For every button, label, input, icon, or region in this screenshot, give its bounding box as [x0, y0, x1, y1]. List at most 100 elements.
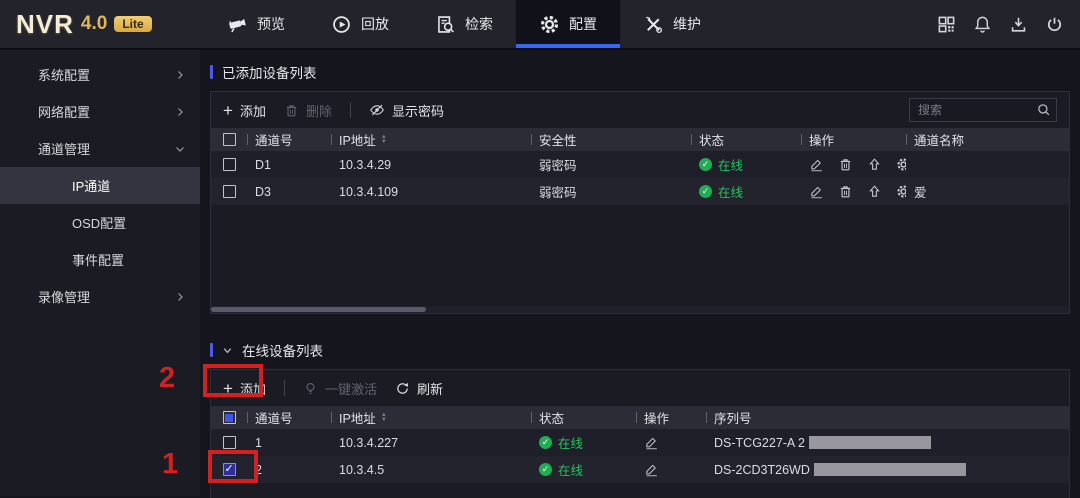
header-separator [247, 412, 248, 423]
delete-device-button[interactable]: 删除 [284, 101, 332, 120]
plus-icon: + [223, 380, 233, 397]
online-devices-toolbar: + 添加 一键激活 刷新 [211, 370, 1069, 406]
row-checkbox[interactable] [223, 185, 236, 198]
add-online-device-button[interactable]: + 添加 [223, 379, 266, 398]
status-badge: ✓ 在线 [531, 460, 583, 479]
tab-configuration[interactable]: 配置 [516, 0, 620, 48]
row-checkbox-checked[interactable] [223, 463, 236, 476]
online-devices-title-label: 在线设备列表 [242, 340, 323, 360]
edit-icon[interactable] [809, 157, 824, 172]
serial-number: DS-2CD3T26WD [706, 463, 810, 477]
chevron-right-icon [174, 106, 186, 118]
table-row[interactable]: D3 10.3.4.109 弱密码 ✓ 在线 [211, 178, 1069, 205]
refresh-icon [395, 381, 410, 396]
added-devices-table-header: 通道号 IP地址▲▼ 安全性 状态 操作 通道名称 [211, 128, 1069, 151]
ip-address: 10.3.4.29 [331, 158, 391, 172]
channel-number: D3 [247, 185, 271, 199]
logo-version: 4.0 [81, 13, 107, 35]
gear-icon [539, 14, 560, 35]
chevron-right-icon [174, 69, 186, 81]
sidebar-item-ip-channel[interactable]: IP通道 [0, 167, 200, 204]
main-panel: 已添加设备列表 + 添加 删除 [200, 50, 1080, 496]
status-badge: ✓ 在线 [691, 182, 743, 201]
online-devices-table-header: 通道号 IP地址▲▼ 状态 操作 序列号 [211, 406, 1069, 429]
header-separator [706, 412, 707, 423]
power-icon[interactable] [1045, 15, 1064, 34]
sidebar-item-network-config[interactable]: 网络配置 [0, 93, 200, 130]
delete-icon[interactable] [838, 157, 853, 172]
column-header-status: 状态 [699, 130, 724, 149]
table-empty-area [211, 483, 1069, 498]
sidebar-item-channel-management[interactable]: 通道管理 [0, 130, 200, 167]
table-row[interactable]: D1 10.3.4.29 弱密码 ✓ 在线 [211, 151, 1069, 178]
app-logo: NVR 4.0 Lite [0, 0, 190, 48]
tab-search-label: 检索 [465, 14, 493, 34]
header-separator [906, 134, 907, 145]
header-separator [691, 134, 692, 145]
column-header-channel: 通道号 [255, 408, 293, 427]
tools-icon [643, 14, 664, 35]
show-password-button[interactable]: 显示密码 [369, 101, 444, 120]
status-label: 在线 [718, 182, 743, 201]
sidebar-item-osd-config[interactable]: OSD配置 [0, 204, 200, 241]
added-devices-panel: + 添加 删除 显示密码 [210, 91, 1070, 314]
content-area: 系统配置 网络配置 通道管理 IP通道 OSD配置 事件配置 录像管理 [0, 50, 1080, 496]
upgrade-icon[interactable] [867, 157, 882, 172]
refresh-button[interactable]: 刷新 [395, 379, 443, 398]
tab-preview-label: 预览 [257, 14, 285, 34]
table-row[interactable]: 1 10.3.4.227 ✓ 在线 DS-TCG227- [211, 429, 1069, 456]
column-header-channel: 通道号 [255, 130, 293, 149]
edit-icon[interactable] [809, 184, 824, 199]
sidebar-item-event-config[interactable]: 事件配置 [0, 241, 200, 278]
topbar-utility-icons [937, 0, 1080, 48]
table-row[interactable]: 2 10.3.4.5 ✓ 在线 DS-2CD3T26WD [211, 456, 1069, 483]
sort-control[interactable]: ▲▼ [381, 135, 387, 145]
header-separator [531, 412, 532, 423]
sidebar-item-label: 系统配置 [38, 65, 90, 84]
sidebar: 系统配置 网络配置 通道管理 IP通道 OSD配置 事件配置 录像管理 [0, 50, 200, 496]
column-header-channel-name: 通道名称 [914, 130, 964, 149]
edit-icon[interactable] [644, 435, 659, 450]
sidebar-item-label: 通道管理 [38, 139, 90, 158]
settings-icon[interactable] [896, 157, 906, 172]
add-device-label: 添加 [240, 101, 266, 120]
added-devices-toolbar: + 添加 删除 显示密码 [211, 92, 1069, 128]
download-icon[interactable] [1009, 15, 1028, 34]
channel-number: 2 [247, 463, 262, 477]
add-device-button[interactable]: + 添加 [223, 101, 266, 120]
search-icon[interactable] [1036, 102, 1051, 117]
column-header-security: 安全性 [539, 130, 577, 149]
delete-icon[interactable] [838, 184, 853, 199]
channel-number: 1 [247, 436, 262, 450]
bell-icon[interactable] [973, 15, 992, 34]
sidebar-item-record-management[interactable]: 录像管理 [0, 278, 200, 315]
edit-icon[interactable] [644, 462, 659, 477]
ip-address: 10.3.4.109 [331, 185, 398, 199]
select-all-checkbox-indeterminate[interactable] [223, 411, 236, 424]
upgrade-icon[interactable] [867, 184, 882, 199]
row-checkbox[interactable] [223, 158, 236, 171]
collapse-chevron-icon[interactable] [222, 345, 233, 356]
select-all-checkbox[interactable] [223, 133, 236, 146]
tab-playback[interactable]: 回放 [308, 0, 412, 48]
settings-icon[interactable] [896, 184, 906, 199]
tab-maintenance[interactable]: 维护 [620, 0, 724, 48]
column-header-operation: 操作 [809, 130, 834, 149]
status-label: 在线 [558, 433, 583, 452]
status-badge: ✓ 在线 [691, 155, 743, 174]
sidebar-item-system-config[interactable]: 系统配置 [0, 56, 200, 93]
toolbar-divider [284, 380, 285, 396]
scrollbar-thumb[interactable] [211, 307, 426, 312]
table-empty-area [211, 205, 1069, 306]
header-separator [331, 412, 332, 423]
row-checkbox[interactable] [223, 436, 236, 449]
tab-preview[interactable]: 预览 [204, 0, 308, 48]
logo-text: NVR [16, 9, 74, 40]
qr-code-icon[interactable] [937, 15, 956, 34]
chevron-right-icon [174, 291, 186, 303]
sort-control[interactable]: ▲▼ [381, 413, 387, 423]
one-key-activate-button[interactable]: 一键激活 [303, 379, 377, 398]
search-input[interactable] [909, 98, 1057, 122]
tab-search[interactable]: 检索 [412, 0, 516, 48]
top-bar: NVR 4.0 Lite 预览 回放 检索 [0, 0, 1080, 50]
